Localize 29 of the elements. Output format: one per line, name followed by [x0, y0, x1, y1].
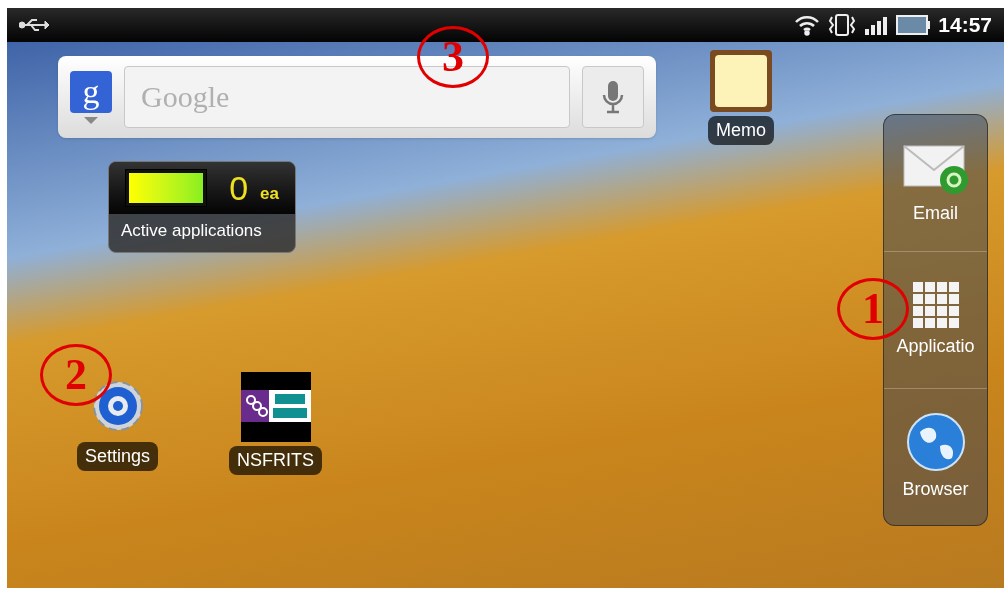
microphone-button[interactable]	[582, 66, 644, 128]
app-label: Settings	[77, 442, 159, 471]
logo-icon	[240, 372, 311, 442]
usb-icon	[19, 17, 49, 33]
app-label: NSFRITS	[229, 446, 322, 475]
clock-time: 14:57	[938, 12, 992, 39]
dock-item[interactable]: Applicatio	[884, 251, 987, 388]
battery-icon	[896, 14, 931, 36]
grid-icon	[911, 280, 960, 329]
dock-item[interactable]: Browser	[884, 388, 987, 525]
count-unit: ea	[260, 183, 279, 206]
globe-icon	[905, 411, 966, 472]
app-label: Memo	[708, 116, 774, 145]
google-g-icon[interactable]: g	[70, 70, 112, 113]
dock-item[interactable]: Email	[884, 115, 987, 251]
annotation-marker: 1	[837, 278, 909, 340]
dock-label: Browser	[902, 477, 969, 501]
wifi-icon	[794, 14, 821, 36]
app-count: 0	[229, 171, 249, 205]
app-shortcut[interactable]: NSFRITS	[229, 372, 322, 475]
dock-label: Email	[913, 201, 958, 225]
microphone-icon	[602, 79, 624, 115]
signal-icon	[864, 15, 889, 35]
annotation-marker: 2	[40, 344, 112, 406]
widget-label: Active applications	[120, 220, 263, 242]
notepad-icon	[710, 50, 772, 112]
caret-icon	[84, 116, 98, 124]
app-shortcut[interactable]: Memo	[708, 50, 774, 145]
vibrate-icon	[828, 13, 857, 37]
